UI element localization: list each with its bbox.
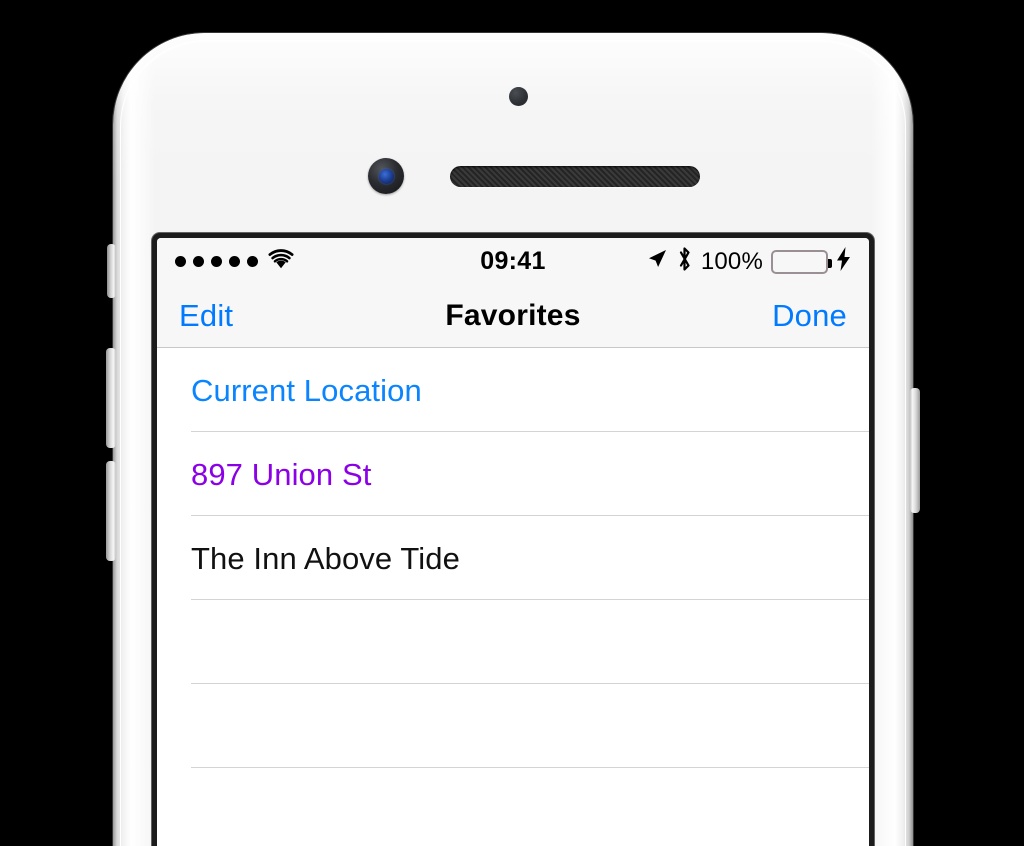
list-item[interactable] (157, 684, 869, 768)
volume-up-button[interactable] (106, 348, 116, 448)
list-item[interactable]: 897 Union St (157, 432, 869, 516)
navigation-bar: Edit Favorites Done (157, 285, 869, 348)
mute-switch-button[interactable] (107, 244, 116, 298)
favorites-list: Current Location 897 Union St The Inn Ab… (157, 348, 869, 846)
volume-down-button[interactable] (106, 461, 116, 561)
edit-button[interactable]: Edit (179, 298, 233, 334)
status-bar: 09:41 100% (157, 238, 869, 285)
list-item-label: The Inn Above Tide (191, 540, 460, 576)
list-item[interactable] (157, 600, 869, 684)
list-item[interactable]: Current Location (157, 348, 869, 432)
page-title: Favorites (445, 299, 581, 332)
bluetooth-icon (676, 246, 693, 277)
proximity-sensor-icon (509, 87, 528, 106)
list-item-label: Current Location (191, 372, 422, 408)
battery-percent-label: 100% (700, 247, 763, 275)
list-item[interactable]: The Inn Above Tide (157, 516, 869, 600)
status-bar-right: 100% (646, 246, 851, 277)
phone-screen: 09:41 100% Edit Favorites Done Current L… (157, 238, 869, 846)
lightning-bolt-icon (836, 247, 851, 276)
phone-body: 09:41 100% Edit Favorites Done Current L… (106, 33, 920, 846)
front-camera-icon (368, 158, 404, 194)
screenshot-stage: 09:41 100% Edit Favorites Done Current L… (0, 0, 1024, 846)
battery-icon (771, 249, 832, 274)
power-button[interactable] (910, 388, 920, 513)
location-arrow-icon (646, 248, 668, 275)
list-item-label: 897 Union St (191, 456, 372, 492)
list-item[interactable] (157, 768, 869, 846)
battery-nub (828, 258, 832, 268)
screen-bezel: 09:41 100% Edit Favorites Done Current L… (152, 233, 874, 846)
earpiece-speaker-icon (450, 166, 700, 187)
done-button[interactable]: Done (772, 298, 847, 334)
